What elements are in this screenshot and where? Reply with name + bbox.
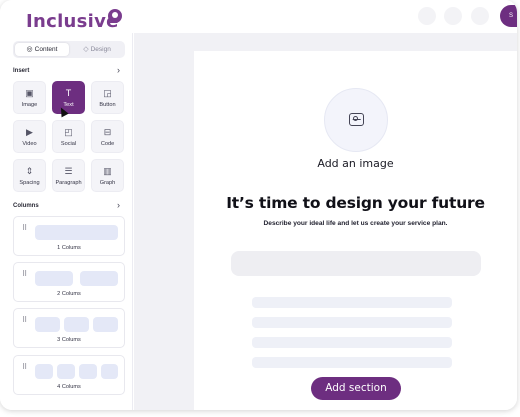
tab-content-label: Content [34,46,58,53]
column-placeholder [79,364,97,379]
drag-handle-icon[interactable]: ⠿ [22,271,27,278]
editor-canvas: Add an image It’s time to design your fu… [134,33,517,410]
insert-chevron-icon[interactable]: › [117,65,120,75]
header-primary-button[interactable]: S [500,5,517,27]
column-placeholder [64,317,89,332]
tile-label: Social [60,141,77,147]
column-placeholder [35,364,53,379]
column-placeholder [35,271,73,286]
insert-button-tile[interactable]: ◲ Button [91,81,124,114]
insert-section-title: Insert [13,68,30,74]
column-layout-2[interactable]: ⠿ 2 Colums [13,262,125,302]
add-image-button[interactable] [324,88,388,152]
header-action-icon[interactable] [444,7,462,25]
column-layout-1[interactable]: ⠿ 1 Colums [13,216,125,256]
button-icon: ◲ [103,88,112,98]
column-placeholder [57,364,75,379]
text-placeholder-line [252,317,452,328]
text-placeholder-line [252,357,452,368]
code-icon: ⊟ [103,127,112,137]
columns-section-title: Columns [13,203,39,209]
tile-label: Spacing [19,180,40,186]
image-icon [349,113,364,126]
tile-label: Code [100,141,115,147]
tile-label: Paragraph [55,180,82,186]
page-headline[interactable]: It’s time to design your future [194,194,517,212]
page-subline[interactable]: Describe your ideal life and let us crea… [194,220,517,227]
tile-label: Image [21,102,38,108]
drag-handle-icon[interactable]: ⠿ [22,364,27,371]
column-layout-label: 4 Colums [57,384,81,390]
insert-graph-tile[interactable]: ▥ Graph [91,159,124,192]
droplet-icon: ◇ [83,46,89,53]
tile-label: Video [22,141,37,147]
columns-chevron-icon[interactable]: › [117,200,120,210]
drag-handle-icon[interactable]: ⠿ [22,317,27,324]
column-placeholder [93,317,118,332]
column-placeholder [35,317,60,332]
column-layout-label: 1 Colums [57,245,81,251]
palette-icon: ◎ [26,46,33,53]
add-image-label[interactable]: Add an image [194,157,517,170]
app-window: Inclusive S ◎ Content ◇ Design Insert › ▣ … [0,0,517,410]
insert-image-tile[interactable]: ▣ Image [13,81,46,114]
insert-video-tile[interactable]: ▶ Video [13,120,46,153]
tab-design[interactable]: ◇ Design [71,43,123,56]
column-layout-label: 3 Colums [57,337,81,343]
social-icon: ◰ [64,127,73,137]
logo: Inclusive [26,11,119,32]
insert-paragraph-tile[interactable]: ☰ Paragraph [52,159,85,192]
video-icon: ▶ [26,127,33,137]
column-layout-4[interactable]: ⠿ 4 Colums [13,355,125,395]
text-icon: T [65,88,72,98]
drag-handle-icon[interactable]: ⠿ [22,225,27,232]
insert-code-tile[interactable]: ⊟ Code [91,120,124,153]
tile-label: Graph [99,180,116,186]
column-layout-3[interactable]: ⠿ 3 Colums [13,308,125,348]
logo-mark-icon [108,9,122,23]
tab-design-label: Design [90,46,111,53]
text-placeholder-line [252,297,452,308]
content-design-toggle: ◎ Content ◇ Design [13,41,125,58]
top-bar: Inclusive S [0,0,517,33]
tile-label: Button [99,102,116,108]
column-placeholder [35,225,118,240]
graph-icon: ▥ [103,166,112,176]
column-layout-label: 2 Colums [57,291,81,297]
header-action-icon[interactable] [418,7,436,25]
sidebar: ◎ Content ◇ Design Insert › ▣ Image T Text… [0,33,133,410]
insert-social-tile[interactable]: ◰ Social [52,120,85,153]
page-preview: Add an image It’s time to design your fu… [194,51,517,410]
header-action-icon[interactable] [471,7,489,25]
spacing-icon: ⇕ [25,166,34,176]
text-placeholder-line [252,337,452,348]
paragraph-icon: ☰ [64,166,73,176]
add-section-button[interactable]: Add section [311,377,401,400]
tab-content[interactable]: ◎ Content [15,43,69,56]
image-icon: ▣ [25,88,34,98]
input-placeholder-block[interactable] [231,251,481,276]
insert-spacing-tile[interactable]: ⇕ Spacing [13,159,46,192]
column-placeholder [80,271,118,286]
tile-label: Text [63,102,74,108]
column-placeholder [101,364,118,379]
